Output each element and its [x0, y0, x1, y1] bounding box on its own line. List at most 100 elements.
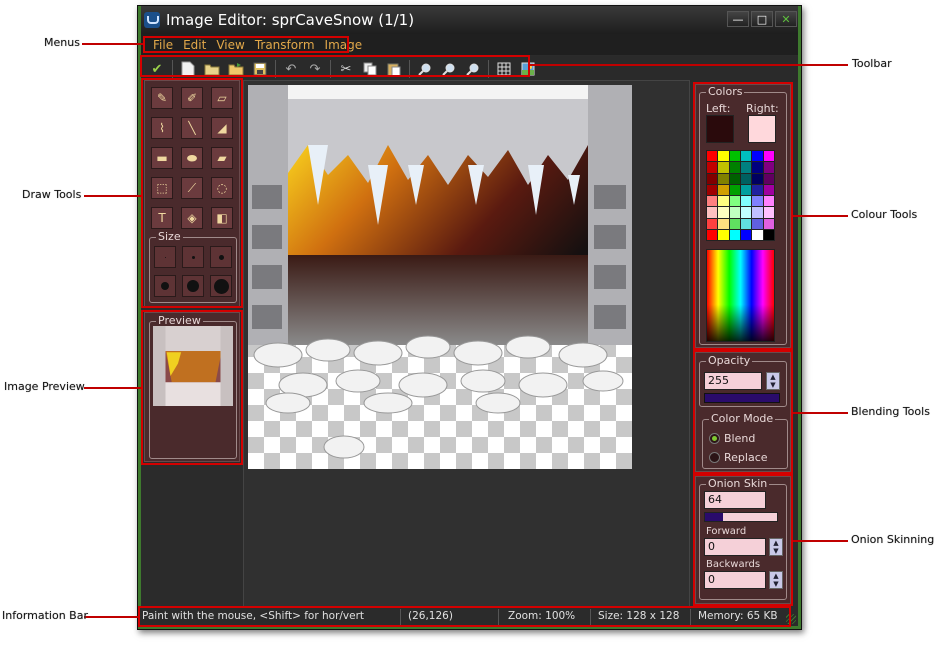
right-color-swatch[interactable]	[748, 115, 776, 143]
color-palette[interactable]	[706, 150, 775, 241]
palette-color-swatch[interactable]	[740, 207, 752, 218]
ellipse-icon[interactable]: ⬬	[181, 147, 203, 169]
chevron-up-icon[interactable]: ▲	[773, 539, 778, 547]
palette-color-swatch[interactable]	[763, 151, 774, 162]
palette-color-swatch[interactable]	[752, 162, 763, 173]
rounded-rectangle-icon[interactable]: ▰	[211, 147, 233, 169]
palette-color-swatch[interactable]	[752, 218, 763, 229]
magic-wand-icon[interactable]: ⟋	[181, 177, 203, 199]
backwards-input[interactable]: 0	[704, 571, 766, 589]
onion-skin-input[interactable]: 64	[704, 491, 766, 509]
palette-color-swatch[interactable]	[763, 207, 774, 218]
size-3-button[interactable]	[210, 246, 232, 268]
palette-color-swatch[interactable]	[740, 184, 752, 195]
new-icon[interactable]	[178, 59, 198, 79]
palette-color-swatch[interactable]	[763, 184, 774, 195]
zoom-in-icon[interactable]	[415, 59, 435, 79]
palette-color-swatch[interactable]	[707, 207, 718, 218]
copy-icon[interactable]	[360, 59, 380, 79]
palette-color-swatch[interactable]	[718, 173, 729, 184]
radio-unselected-icon[interactable]	[709, 452, 720, 463]
sprite-canvas[interactable]	[248, 85, 632, 469]
opacity-bar[interactable]	[704, 393, 780, 403]
ellipse-select-icon[interactable]: ◌	[211, 177, 233, 199]
chevron-down-icon[interactable]: ▼	[770, 381, 775, 389]
palette-color-swatch[interactable]	[718, 229, 729, 240]
text-icon[interactable]: T	[151, 207, 173, 229]
palette-color-swatch[interactable]	[718, 184, 729, 195]
palette-color-swatch[interactable]	[718, 162, 729, 173]
palette-color-swatch[interactable]	[729, 162, 740, 173]
palette-color-swatch[interactable]	[707, 173, 718, 184]
color-spectrum-picker[interactable]	[706, 249, 775, 342]
palette-color-swatch[interactable]	[752, 151, 763, 162]
chevron-up-icon[interactable]: ▲	[770, 373, 775, 381]
palette-color-swatch[interactable]	[752, 196, 763, 207]
palette-color-swatch[interactable]	[707, 184, 718, 195]
palette-color-swatch[interactable]	[718, 218, 729, 229]
palette-color-swatch[interactable]	[763, 162, 774, 173]
spray-icon[interactable]: ✐	[181, 87, 203, 109]
zoom-reset-icon[interactable]	[463, 59, 483, 79]
size-1-button[interactable]	[154, 246, 176, 268]
opacity-spinner[interactable]: ▲ ▼	[766, 372, 780, 390]
palette-color-swatch[interactable]	[729, 229, 740, 240]
palette-color-swatch[interactable]	[752, 184, 763, 195]
palette-color-swatch[interactable]	[729, 173, 740, 184]
chevron-down-icon[interactable]: ▼	[773, 580, 778, 588]
palette-color-swatch[interactable]	[718, 207, 729, 218]
palette-color-swatch[interactable]	[707, 229, 718, 240]
blend-radio[interactable]: Blend	[709, 432, 755, 445]
palette-color-swatch[interactable]	[729, 218, 740, 229]
zoom-out-icon[interactable]	[439, 59, 459, 79]
palette-color-swatch[interactable]	[763, 196, 774, 207]
maximize-button[interactable]: □	[751, 11, 773, 27]
menu-image[interactable]: Image	[325, 38, 363, 52]
save-icon[interactable]	[250, 59, 270, 79]
menu-transform[interactable]: Transform	[255, 38, 315, 52]
title-bar[interactable]: Image Editor: sprCaveSnow (1/1) — □ ✕	[138, 6, 801, 34]
menu-edit[interactable]: Edit	[183, 38, 206, 52]
chevron-up-icon[interactable]: ▲	[773, 572, 778, 580]
forward-spinner[interactable]: ▲ ▼	[769, 538, 783, 556]
opacity-input[interactable]: 255	[704, 372, 762, 390]
palette-color-swatch[interactable]	[740, 196, 752, 207]
open-folder-icon[interactable]	[226, 59, 246, 79]
palette-color-swatch[interactable]	[729, 151, 740, 162]
rectangle-icon[interactable]: ▬	[151, 147, 173, 169]
palette-color-swatch[interactable]	[740, 151, 752, 162]
forward-input[interactable]: 0	[704, 538, 766, 556]
minimize-button[interactable]: —	[727, 11, 749, 27]
radio-selected-icon[interactable]	[709, 433, 720, 444]
line-icon[interactable]: ╲	[181, 117, 203, 139]
palette-color-swatch[interactable]	[740, 162, 752, 173]
palette-color-swatch[interactable]	[763, 218, 774, 229]
color-picker-icon[interactable]: ⌇	[151, 117, 173, 139]
undo-icon[interactable]: ↶	[281, 59, 301, 79]
palette-color-swatch[interactable]	[763, 229, 774, 240]
size-5-button[interactable]	[182, 275, 204, 297]
onion-skin-slider[interactable]	[704, 512, 778, 522]
palette-color-swatch[interactable]	[763, 173, 774, 184]
palette-color-swatch[interactable]	[707, 162, 718, 173]
size-2-button[interactable]	[182, 246, 204, 268]
canvas-area[interactable]	[243, 80, 690, 607]
size-4-button[interactable]	[154, 275, 176, 297]
palette-color-swatch[interactable]	[718, 151, 729, 162]
eraser-icon[interactable]: ▱	[211, 87, 233, 109]
palette-color-swatch[interactable]	[729, 184, 740, 195]
replace-radio[interactable]: Replace	[709, 451, 768, 464]
palette-color-swatch[interactable]	[740, 229, 752, 240]
cut-icon[interactable]: ✂	[336, 59, 356, 79]
confirm-icon[interactable]: ✔	[147, 59, 167, 79]
fill-icon[interactable]: ◈	[181, 207, 203, 229]
size-6-button[interactable]	[210, 275, 232, 297]
resize-grip-icon[interactable]	[786, 614, 796, 624]
chevron-down-icon[interactable]: ▼	[773, 547, 778, 555]
image-settings-icon[interactable]	[518, 59, 538, 79]
rectangle-select-icon[interactable]: ⬚	[151, 177, 173, 199]
close-button[interactable]: ✕	[775, 11, 797, 27]
palette-color-swatch[interactable]	[740, 218, 752, 229]
palette-color-swatch[interactable]	[729, 196, 740, 207]
polygon-icon[interactable]: ◢	[211, 117, 233, 139]
